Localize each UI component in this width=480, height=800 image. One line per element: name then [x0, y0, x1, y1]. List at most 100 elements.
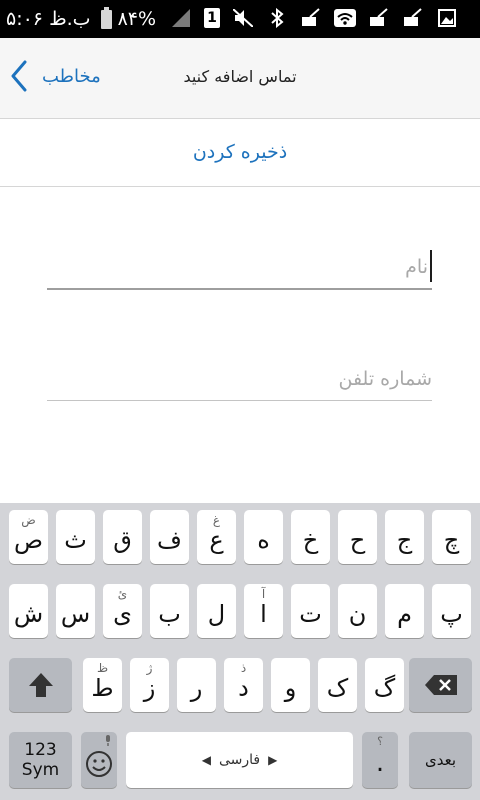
key-label: پ [440, 600, 463, 628]
key-hint: ظ [96, 661, 109, 675]
status-left: ۵:۰۶ ب.ظ ۸۴% [6, 6, 157, 30]
key-label: م [397, 600, 412, 628]
key-label: ص [13, 526, 43, 554]
key-hint: ض [21, 513, 36, 527]
key-label: ر [190, 674, 203, 702]
key-row1-8[interactable]: ج [385, 510, 424, 564]
battery-percent: ۸۴% [117, 8, 157, 30]
mic-icon [106, 735, 110, 746]
phone-field-underline [47, 400, 432, 401]
key-label: ک [326, 674, 349, 702]
key-row1-1[interactable]: ث [56, 510, 95, 564]
shift-arrow-icon [28, 673, 53, 697]
clean-icon-2 [368, 8, 390, 28]
mute-icon [232, 8, 254, 28]
clean-icon-3 [402, 8, 424, 28]
period-label: . [375, 748, 385, 778]
next-key[interactable]: بعدی [409, 732, 472, 788]
wifi-icon [334, 8, 356, 28]
next-label: بعدی [424, 751, 457, 769]
symbols-key[interactable]: 123 Sym [9, 732, 72, 788]
key-label: گ [373, 674, 396, 702]
key-row3-2[interactable]: ر [177, 658, 216, 712]
key-row3-3[interactable]: ذد [224, 658, 263, 712]
key-row2-6[interactable]: ت [291, 584, 330, 638]
key-row3-4[interactable]: و [271, 658, 310, 712]
key-label: ع [209, 526, 224, 554]
key-hint: ذ [240, 661, 247, 675]
key-row2-0[interactable]: ش [9, 584, 48, 638]
key-hint: ژ [146, 661, 153, 675]
key-label: د [238, 674, 249, 702]
phone-placeholder: شماره تلفن [338, 368, 432, 390]
bluetooth-icon [266, 8, 288, 28]
key-label: ی [113, 600, 132, 628]
key-row2-7[interactable]: ن [338, 584, 377, 638]
keyboard: 123 Sym ◀ فارسی ▶ ؟ . بعدی ضصثقفغعهخحجچش… [0, 503, 480, 800]
backspace-key[interactable] [409, 658, 472, 712]
name-field-underline [47, 288, 432, 290]
symbols-bottom-label: Sym [21, 760, 60, 780]
key-row2-9[interactable]: پ [432, 584, 471, 638]
space-label: فارسی [218, 752, 261, 768]
key-row1-4[interactable]: غع [197, 510, 236, 564]
key-row1-0[interactable]: ضص [9, 510, 48, 564]
key-label: ش [13, 600, 44, 628]
save-button[interactable]: ذخیره کردن [0, 141, 480, 163]
key-label: ق [113, 526, 132, 554]
phone-field[interactable]: شماره تلفن [47, 368, 432, 404]
page-title: تماس اضافه کنید [0, 67, 480, 86]
space-right-arrow-icon: ▶ [268, 753, 278, 767]
key-row2-3[interactable]: ب [150, 584, 189, 638]
navigation-bar: مخاطب تماس اضافه کنید [0, 38, 480, 119]
name-field[interactable]: نام [47, 250, 432, 292]
key-label: ز [143, 674, 156, 702]
key-row1-6[interactable]: خ [291, 510, 330, 564]
period-key[interactable]: ؟ . [362, 732, 398, 788]
symbols-top-label: 123 [24, 740, 57, 760]
key-row1-7[interactable]: ح [338, 510, 377, 564]
key-label: ت [299, 600, 322, 628]
clean-icon [300, 8, 322, 28]
space-key[interactable]: ◀ فارسی ▶ [126, 732, 353, 788]
signal-icon [170, 8, 192, 28]
key-label: و [284, 674, 297, 702]
key-row3-6[interactable]: گ [365, 658, 404, 712]
key-label: چ [443, 526, 460, 554]
key-row2-8[interactable]: م [385, 584, 424, 638]
status-bar: ۵:۰۶ ب.ظ ۸۴% 1 [0, 0, 480, 38]
key-row3-0[interactable]: ظط [83, 658, 122, 712]
key-label: ب [158, 600, 181, 628]
battery-icon [100, 6, 112, 29]
emoji-key[interactable] [81, 732, 117, 788]
key-hint: غ [212, 513, 221, 527]
key-label: ح [349, 526, 366, 554]
key-row2-5[interactable]: آا [244, 584, 283, 638]
key-hint: آ [261, 587, 266, 601]
key-label: س [60, 600, 91, 628]
text-caret [430, 250, 432, 282]
image-icon [436, 8, 458, 28]
key-row3-1[interactable]: ژز [130, 658, 169, 712]
key-label: ا [260, 600, 267, 628]
key-label: ف [157, 526, 182, 554]
key-label: ه [257, 526, 270, 554]
status-icons: 1 [170, 8, 458, 28]
key-row1-2[interactable]: ق [103, 510, 142, 564]
key-row1-5[interactable]: ه [244, 510, 283, 564]
sim-icon: 1 [204, 8, 220, 28]
space-left-arrow-icon: ◀ [201, 753, 211, 767]
key-label: ث [64, 526, 87, 554]
shift-key[interactable] [9, 658, 72, 712]
key-row3-5[interactable]: ک [318, 658, 357, 712]
key-row2-4[interactable]: ل [197, 584, 236, 638]
key-hint: ئ [117, 587, 128, 601]
key-row1-3[interactable]: ف [150, 510, 189, 564]
name-placeholder: نام [405, 256, 428, 278]
key-label: ل [207, 600, 226, 628]
key-label: ج [396, 526, 413, 554]
key-row2-1[interactable]: س [56, 584, 95, 638]
key-row2-2[interactable]: ئی [103, 584, 142, 638]
key-label: ط [91, 674, 114, 702]
key-row1-9[interactable]: چ [432, 510, 471, 564]
